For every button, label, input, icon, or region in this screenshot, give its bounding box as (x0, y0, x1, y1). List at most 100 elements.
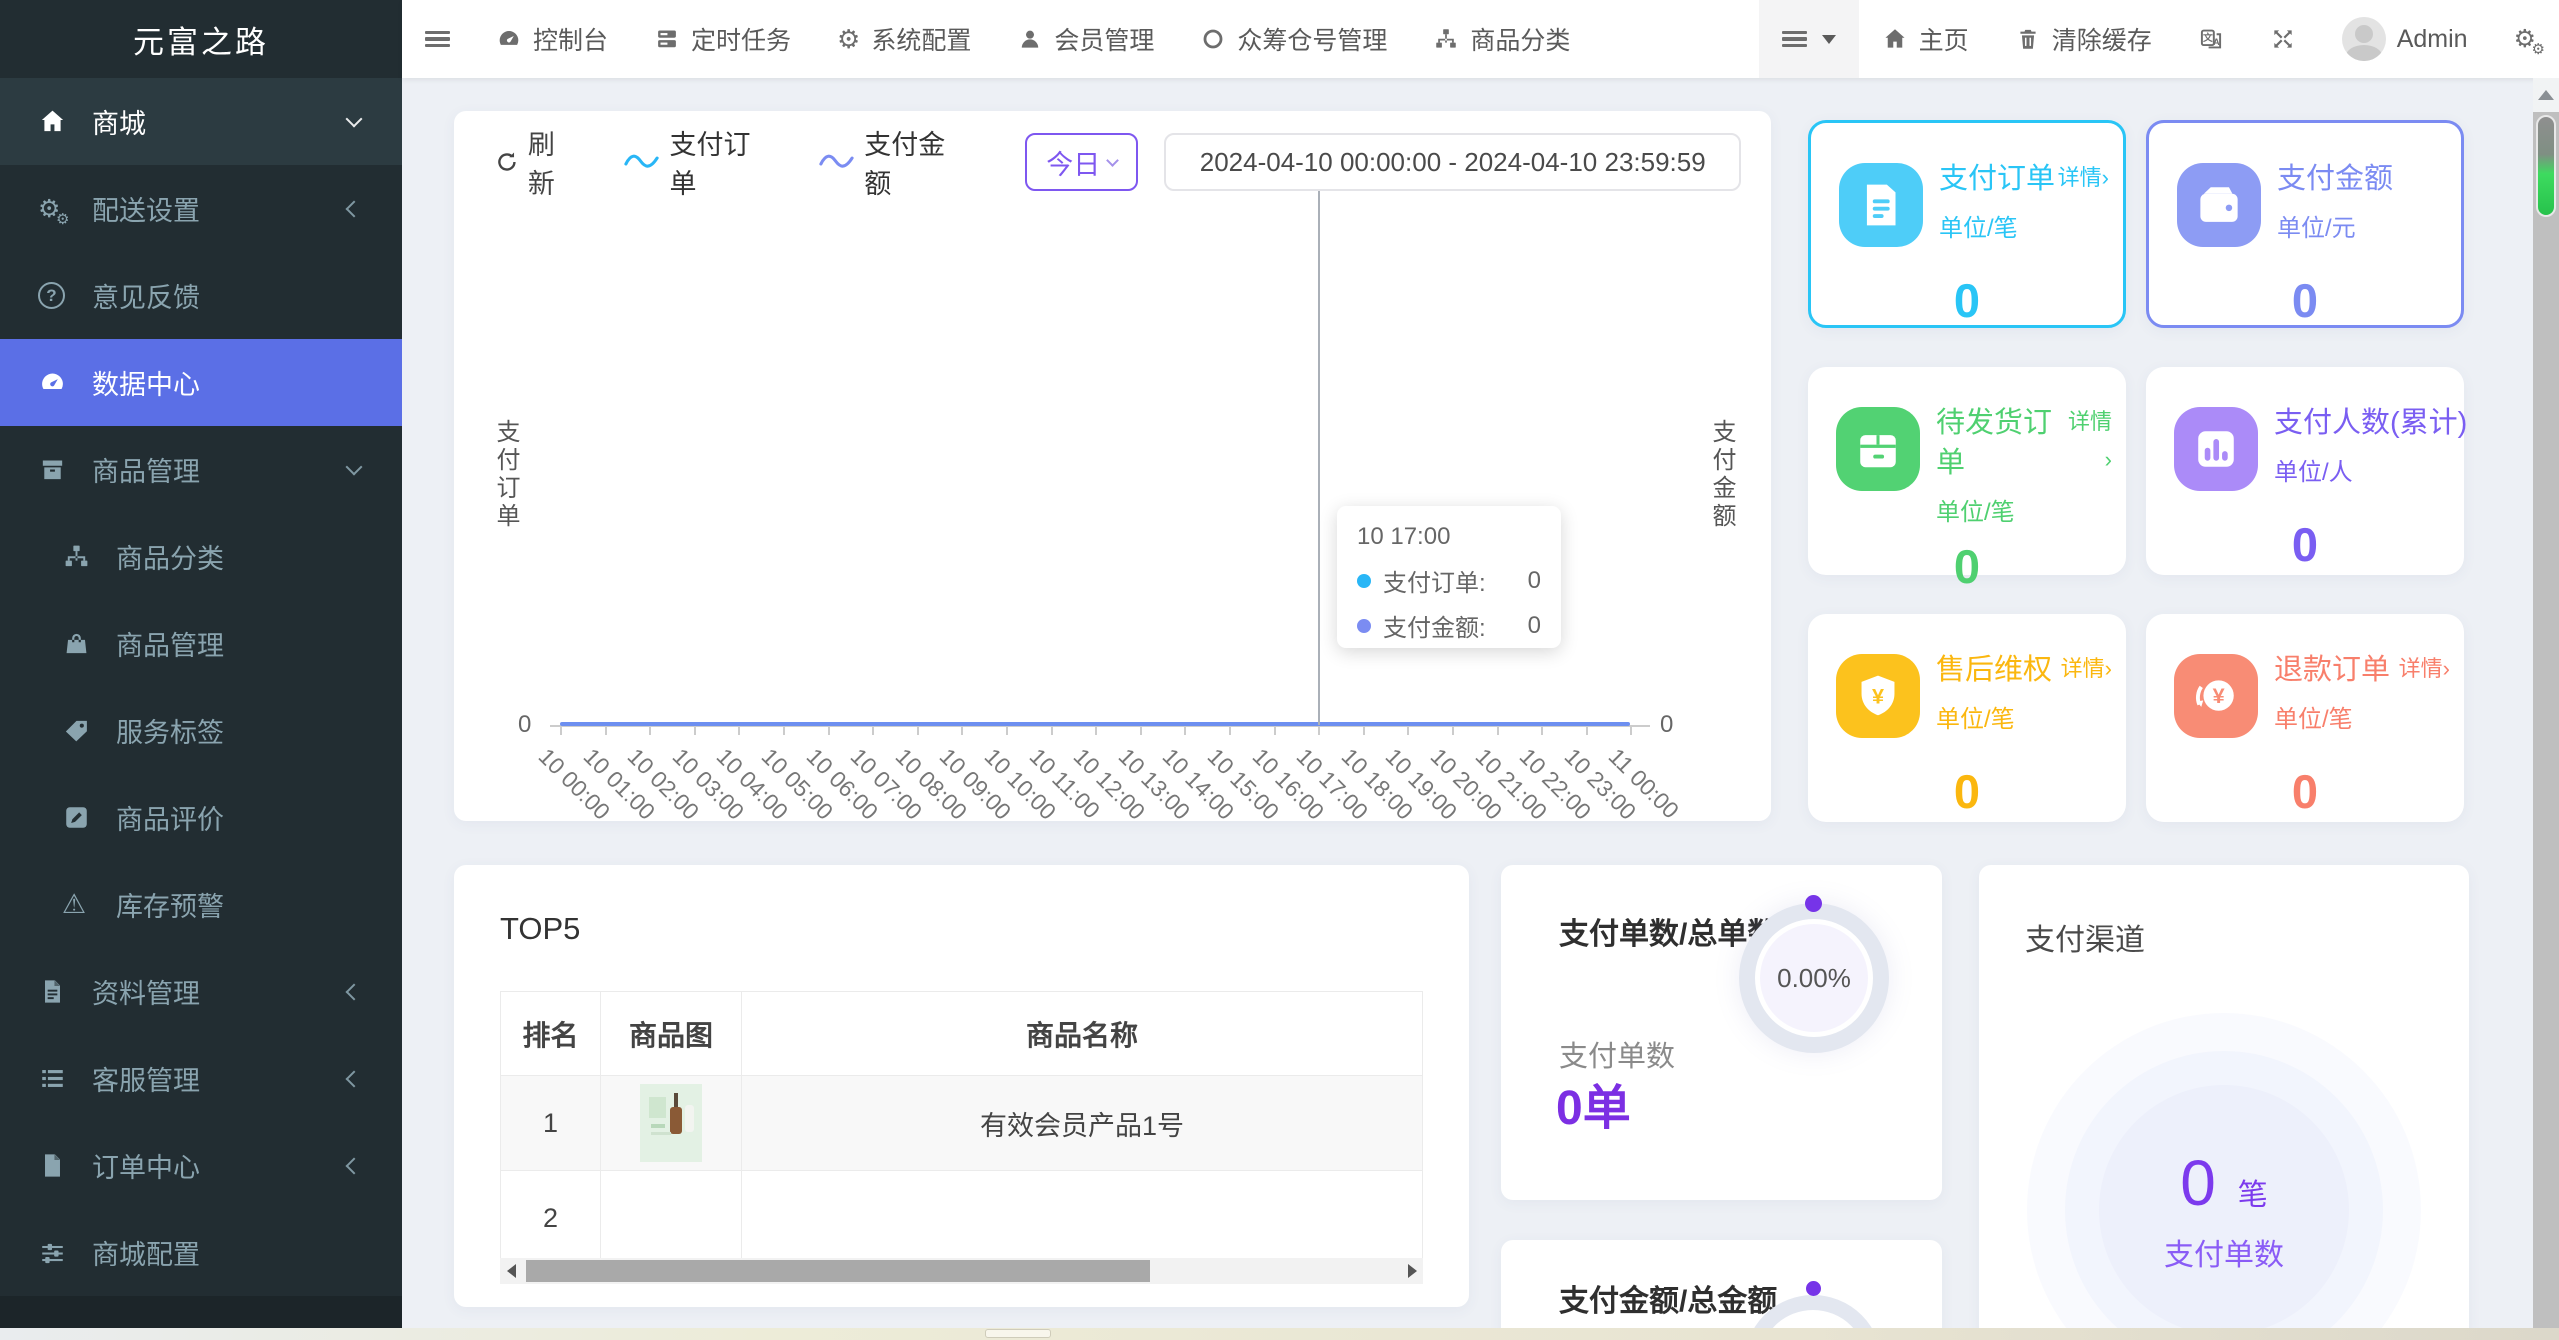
sidebar-item-资料管理[interactable]: 资料管理 (0, 948, 402, 1035)
stat-card-退款订单: ¥ 退款订单 详情› 单位/笔 0 (2146, 614, 2464, 822)
scroll-right-arrow[interactable] (1401, 1258, 1423, 1284)
nav-language[interactable]: 文A (2175, 0, 2247, 78)
sidebar-item-label: 商品管理 (116, 631, 224, 661)
nav-crowdfund[interactable]: 众筹仓号管理 (1177, 0, 1410, 78)
pay-count-ratio-panel: 支付单数/总单数 0.00% 支付单数 0单 (1501, 865, 1942, 1200)
detail-link[interactable]: 详情› (2399, 650, 2450, 688)
home-icon (1882, 26, 1908, 52)
tooltip-series-value: 0 (1527, 566, 1541, 594)
top5-table: 排名 商品图 商品名称 1 有效会员产品1号 2 (500, 991, 1423, 1266)
sidebar-item-商品分类[interactable]: 商品分类 (0, 513, 402, 600)
navbar-right: 主页 清除缓存 文 A Admin ⚙ ⚙ (1758, 0, 2559, 78)
sidebar-item-数据中心[interactable]: 数据中心 (0, 339, 402, 426)
card-value: 0 (2291, 765, 2319, 818)
sidebar-item-服务标签[interactable]: 服务标签 (0, 687, 402, 774)
refundyen-icon: ¥ (2174, 654, 2258, 738)
date-range-preset-button[interactable]: 今日 (1025, 133, 1139, 191)
card-unit: 单位/笔 (1936, 706, 2015, 733)
scroll-up-arrow[interactable] (2533, 78, 2559, 112)
card-value: 0 (1953, 540, 1981, 593)
dashboard-icon (496, 26, 522, 52)
x-axis-tick (1452, 727, 1454, 735)
nav-fullscreen[interactable] (2247, 0, 2319, 78)
tooltip-rows: 支付订单: 0 支付金额: 0 (1357, 563, 1541, 643)
svg-text:¥: ¥ (2213, 683, 2225, 708)
sidebar-item-库存预警[interactable]: ⚠ 库存预警 (0, 861, 402, 948)
page-vertical-scrollbar[interactable] (2533, 78, 2559, 1330)
sidebar-item-商城[interactable]: 商城 (0, 78, 402, 165)
sidebar-item-label: 库存预警 (116, 892, 224, 922)
nav-system-config[interactable]: ⚙ 系统配置 (814, 0, 994, 78)
nav-members[interactable]: 会员管理 (994, 0, 1177, 78)
sidebar-item-商城配置[interactable]: 商城配置 (0, 1209, 402, 1296)
x-axis-tick (1318, 727, 1321, 735)
card-unit: 单位/笔 (1936, 499, 2015, 526)
table-row[interactable]: 1 有效会员产品1号 (500, 1075, 1423, 1171)
svg-text:¥: ¥ (1872, 683, 1884, 708)
nav-settings[interactable]: ⚙ ⚙ (2491, 0, 2559, 78)
nav-user[interactable]: Admin (2319, 0, 2491, 78)
chevron-left-icon (345, 1157, 363, 1174)
horizontal-scrollbar-thumb[interactable] (985, 1329, 1051, 1338)
vertical-scrollbar-thumb[interactable] (2536, 115, 2556, 217)
x-axis-tick (1184, 727, 1187, 735)
ratio-percent: 0.00% (1760, 924, 1868, 1032)
sidebar-item-商品管理[interactable]: 商品管理 (0, 426, 402, 513)
sidebar-item-商品管理[interactable]: 商品管理 (0, 600, 402, 687)
circlei-icon (1200, 26, 1226, 52)
card-title: 支付订单 (1939, 163, 2056, 195)
nav-item-label: 定时任务 (691, 27, 792, 55)
sidebar-menu: 商城 ⚙ ⚙ 配送设置? 意见反馈 数据中心 商品管理 商品分类 商品管理 服务标签 商品评价 ⚠ 库存… (0, 78, 402, 1296)
column-header-排名: 排名 (500, 991, 601, 1076)
sidebar-item-配送设置[interactable]: ⚙ ⚙ 配送设置 (0, 165, 402, 252)
nav-cron[interactable]: 定时任务 (631, 0, 814, 78)
detail-link[interactable]: 详情› (2058, 159, 2109, 197)
card-meta: 支付金额 单位/元 (2277, 159, 2447, 243)
brand-title: 元富之路 (133, 24, 269, 60)
sidebar-item-商品评价[interactable]: 商品评价 (0, 774, 402, 861)
doc-icon (1839, 163, 1923, 247)
table-row[interactable]: 2 (500, 1170, 1423, 1266)
chevron-down-icon (1106, 153, 1120, 167)
x-axis-tick (783, 727, 785, 735)
sidebar-item-label: 商品管理 (92, 457, 200, 487)
refresh-button[interactable]: 刷新 (494, 123, 581, 201)
date-range-input[interactable]: 2024-04-10 00:00:00 - 2024-04-10 23:59:5… (1164, 133, 1741, 191)
legend-item-支付金额[interactable]: 支付金额 (818, 123, 971, 201)
nav-item-label: 商品分类 (1470, 27, 1571, 55)
legend-item-支付订单[interactable]: 支付订单 (623, 123, 776, 201)
sidebar-item-客服管理[interactable]: 客服管理 (0, 1035, 402, 1122)
sidebar-item-订单中心[interactable]: 订单中心 (0, 1122, 402, 1209)
nav-homepage[interactable]: 主页 (1859, 0, 1992, 78)
sidebar: 元富之路 商城 ⚙ ⚙ 配送设置? 意见反馈 数据中心 商品管理 商品分类 商品管理 服务标签 商品… (0, 0, 402, 1340)
home-icon (38, 107, 84, 136)
page-horizontal-scrollbar[interactable] (0, 1328, 2559, 1340)
nav-clear-cache[interactable]: 清除缓存 (1992, 0, 2175, 78)
menu-toggle[interactable] (402, 0, 473, 78)
tag-icon (62, 716, 108, 745)
nav-menu-dropdown[interactable] (1758, 0, 1859, 78)
nav-console[interactable]: 控制台 (473, 0, 631, 78)
tooltip-series-label: 支付金额: (1383, 615, 1486, 642)
cogs-icon: ⚙ ⚙ (38, 195, 70, 228)
navbar-left: 控制台 定时任务 ⚙ 系统配置 会员管理 众筹仓号管理 商品分类 (402, 0, 1593, 78)
bag-icon (62, 629, 108, 658)
sidebar-item-label: 意见反馈 (92, 283, 200, 313)
nav-goods-category[interactable]: 商品分类 (1410, 0, 1593, 78)
scroll-left-arrow[interactable] (500, 1258, 522, 1284)
card-title: 待发货订单 (1936, 407, 2053, 479)
scrollbar-thumb[interactable] (526, 1260, 1150, 1282)
detail-link[interactable]: 详情› (2061, 650, 2112, 688)
detail-link[interactable]: 详情 › (2062, 403, 2112, 479)
tooltip-title: 10 17:00 (1357, 523, 1451, 550)
trash-icon (2015, 26, 2041, 52)
sidebar-item-label: 商城配置 (92, 1240, 200, 1270)
wave-icon (623, 147, 660, 178)
sidebar-item-意见反馈[interactable]: ? 意见反馈 (0, 252, 402, 339)
stat-card-支付人数(累计): 支付人数(累计) 单位/人 0 (2146, 367, 2467, 575)
tooltip-row: 支付订单: 0 (1357, 563, 1541, 598)
x-axis-tick (1407, 727, 1410, 735)
table-horizontal-scrollbar[interactable] (500, 1258, 1423, 1284)
parcel-icon (1836, 407, 1920, 491)
legend-label: 支付金额 (864, 130, 946, 199)
